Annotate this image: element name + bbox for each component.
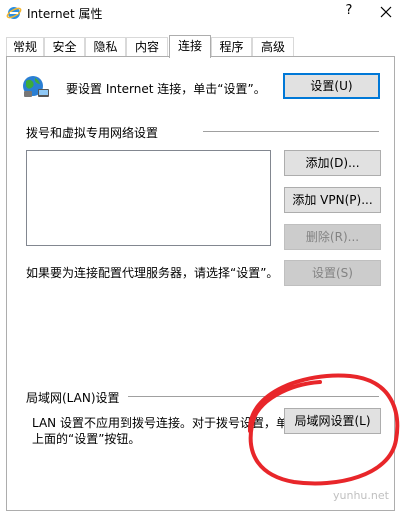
network-globe-icon: [23, 76, 49, 97]
add-vpn-button[interactable]: 添加 VPN(P)...: [284, 187, 381, 213]
add-connection-button[interactable]: 添加(D)...: [284, 150, 381, 176]
tab-strip: 常规 安全 隐私 内容 连接 程序 高级: [6, 35, 401, 58]
tab-general[interactable]: 常规: [6, 37, 44, 57]
lan-description-line2: 上面的“设置”按钮。: [32, 432, 141, 446]
lan-heading: 局域网(LAN)设置: [26, 391, 120, 405]
tab-security[interactable]: 安全: [44, 37, 85, 57]
dialup-heading: 拨号和虚拟专用网络设置: [26, 126, 159, 140]
proxy-instruction: 如果要为连接配置代理服务器，请选择“设置”。: [26, 266, 279, 280]
tab-advanced[interactable]: 高级: [252, 37, 294, 57]
setup-instruction: 要设置 Internet 连接，单击“设置”。: [66, 82, 266, 96]
lan-settings-button[interactable]: 局域网设置(L): [284, 408, 381, 434]
tab-connections[interactable]: 连接: [169, 35, 211, 58]
dialup-divider: [203, 131, 379, 132]
lan-divider: [128, 396, 379, 397]
dialup-settings-button[interactable]: 设置(S): [284, 260, 381, 286]
internet-explorer-icon: [6, 7, 22, 19]
tab-privacy[interactable]: 隐私: [85, 37, 126, 57]
close-button[interactable]: [377, 2, 395, 22]
help-button[interactable]: ?: [341, 3, 357, 21]
lan-description-line1: LAN 设置不应用到拨号连接。对于拨号设置，单: [32, 416, 288, 430]
setup-button[interactable]: 设置(U): [283, 73, 380, 99]
tab-content[interactable]: 内容: [126, 37, 168, 57]
window-title: Internet 属性: [27, 7, 103, 21]
title-bar: Internet 属性 ?: [0, 0, 407, 26]
connection-list[interactable]: [26, 150, 271, 246]
delete-connection-button[interactable]: 删除(R)...: [284, 224, 381, 250]
tab-programs[interactable]: 程序: [211, 37, 252, 57]
close-icon: [380, 6, 392, 18]
watermark-text: yunhu.net: [333, 489, 389, 502]
